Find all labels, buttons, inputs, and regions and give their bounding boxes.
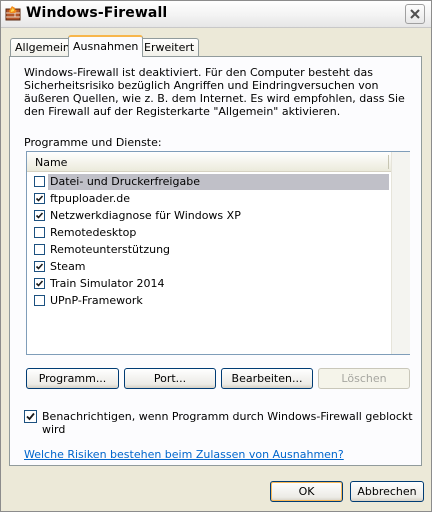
- checkmark-icon: [26, 412, 35, 421]
- list-item-label: Steam: [50, 260, 86, 273]
- programs-services-label: Programme und Dienste:: [24, 136, 162, 149]
- checkmark-icon: [35, 263, 44, 270]
- cancel-button[interactable]: Abbrechen: [350, 481, 424, 502]
- firewall-status-description: Windows-Firewall ist deaktiviert. Für de…: [24, 66, 405, 118]
- tab-allgemein[interactable]: Allgemein: [10, 38, 75, 56]
- list-item-label: Remoteunterstützung: [50, 243, 171, 256]
- notify-checkbox-label[interactable]: Benachrichtigen, wenn Programm durch Win…: [42, 410, 431, 436]
- delete-button[interactable]: Löschen: [318, 368, 410, 389]
- column-header-label: Name: [35, 156, 68, 169]
- list-item-checkbox[interactable]: [34, 261, 45, 272]
- list-item[interactable]: Steam: [29, 259, 389, 276]
- add-program-button[interactable]: Programm...: [26, 368, 119, 389]
- list-item-checkbox[interactable]: [34, 244, 45, 255]
- column-header-name[interactable]: Name: [27, 152, 391, 172]
- exceptions-risk-help-link[interactable]: Welche Risiken bestehen beim Zulassen vo…: [24, 448, 344, 461]
- list-item[interactable]: Train Simulator 2014: [29, 276, 389, 293]
- tab-ausnahmen[interactable]: Ausnahmen: [68, 35, 144, 57]
- close-button[interactable]: [405, 4, 425, 24]
- list-item[interactable]: Netzwerkdiagnose für Windows XP: [29, 208, 389, 225]
- tab-erweitert-label: Erweitert: [144, 41, 195, 54]
- list-item-checkbox[interactable]: [34, 176, 45, 187]
- list-item[interactable]: Remotedesktop: [29, 225, 389, 242]
- list-item[interactable]: UPnP-Framework: [29, 293, 389, 310]
- edit-button[interactable]: Bearbeiten...: [221, 368, 313, 389]
- ok-button[interactable]: OK: [270, 481, 343, 502]
- list-item-checkbox[interactable]: [34, 295, 45, 306]
- tab-allgemein-label: Allgemein: [15, 41, 70, 54]
- checkmark-icon: [35, 212, 44, 219]
- list-item-checkbox[interactable]: [34, 227, 45, 238]
- list-item[interactable]: Remoteunterstützung: [29, 242, 389, 259]
- window-title: Windows-Firewall: [26, 5, 168, 21]
- firewall-dialog: Windows-Firewall Allgemein Ausnahmen Erw…: [0, 0, 432, 512]
- list-scrollbar[interactable]: [391, 152, 410, 354]
- tab-ausnahmen-label: Ausnahmen: [73, 40, 139, 53]
- list-item[interactable]: Datei- und Druckerfreigabe: [29, 174, 389, 191]
- list-item[interactable]: ftpuploader.de: [29, 191, 389, 208]
- list-item-label: Train Simulator 2014: [50, 277, 165, 290]
- list-item-label: UPnP-Framework: [50, 294, 143, 307]
- list-item-checkbox[interactable]: [34, 210, 45, 221]
- title-bar[interactable]: Windows-Firewall: [1, 1, 431, 28]
- notify-checkbox[interactable]: [24, 410, 37, 423]
- programs-list[interactable]: Name Datei- und Druckerfreigabe ftpuploa…: [26, 151, 410, 355]
- checkmark-icon: [35, 280, 44, 287]
- list-item-label: Remotedesktop: [50, 226, 137, 239]
- list-item-checkbox[interactable]: [34, 193, 45, 204]
- close-icon: [410, 9, 420, 19]
- column-divider[interactable]: [388, 155, 389, 169]
- checkmark-icon: [35, 195, 44, 202]
- list-item-label: ftpuploader.de: [50, 192, 130, 205]
- add-port-button[interactable]: Port...: [124, 368, 216, 389]
- tab-erweitert[interactable]: Erweitert: [139, 38, 200, 56]
- list-item-label: Netzwerkdiagnose für Windows XP: [50, 209, 241, 222]
- firewall-icon: [5, 5, 21, 21]
- list-item-checkbox[interactable]: [34, 278, 45, 289]
- list-item-label: Datei- und Druckerfreigabe: [48, 174, 389, 190]
